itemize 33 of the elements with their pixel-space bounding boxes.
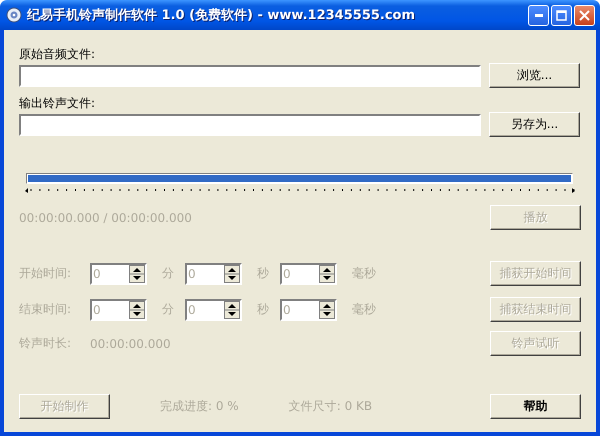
field-label: 输出铃声文件: bbox=[19, 96, 96, 110]
spin-arrows-icon[interactable] bbox=[129, 300, 145, 318]
unit-label: 秒 bbox=[257, 265, 269, 282]
unit-label: 分 bbox=[162, 301, 174, 318]
field-label: 原始音频文件: bbox=[19, 47, 96, 61]
row-label: 结束时间: bbox=[19, 301, 72, 318]
music-disc-icon bbox=[6, 7, 22, 23]
row-label: 铃声时长: bbox=[19, 335, 72, 352]
spin-arrows-icon[interactable] bbox=[224, 264, 240, 282]
unit-label: 毫秒 bbox=[352, 265, 376, 282]
unit-label: 分 bbox=[162, 265, 174, 282]
close-icon bbox=[579, 10, 590, 20]
maximize-icon bbox=[556, 10, 567, 20]
time-position: 00:00:00.000 / 00:00:00.000 bbox=[19, 210, 192, 224]
spin-arrows-icon[interactable] bbox=[129, 264, 145, 282]
close-button[interactable] bbox=[574, 4, 595, 26]
unit-label: 毫秒 bbox=[352, 301, 376, 318]
file-size-text: 文件尺寸: 0 KB bbox=[288, 398, 372, 415]
input-field[interactable] bbox=[19, 64, 481, 86]
spin-arrows-icon[interactable] bbox=[319, 264, 335, 282]
unit-label: 秒 bbox=[257, 301, 269, 318]
progress-text: 完成进度: 0 % bbox=[160, 398, 239, 415]
maximize-button[interactable] bbox=[551, 4, 572, 26]
row-label: 开始时间: bbox=[19, 265, 72, 282]
save-as-button[interactable]: 另存为... bbox=[489, 112, 580, 137]
minimize-button[interactable] bbox=[528, 4, 549, 26]
input-field[interactable] bbox=[19, 114, 481, 136]
window-title: 纪易手机铃声制作软件 1.0 (免费软件) - www.12345555.com bbox=[27, 6, 416, 24]
duration-value: 00:00:00.000 bbox=[90, 336, 171, 350]
browse-button[interactable]: 浏览... bbox=[489, 63, 580, 88]
spin-arrows-icon[interactable] bbox=[224, 300, 240, 318]
minimize-icon bbox=[534, 14, 542, 16]
spin-arrows-icon[interactable] bbox=[319, 300, 335, 318]
